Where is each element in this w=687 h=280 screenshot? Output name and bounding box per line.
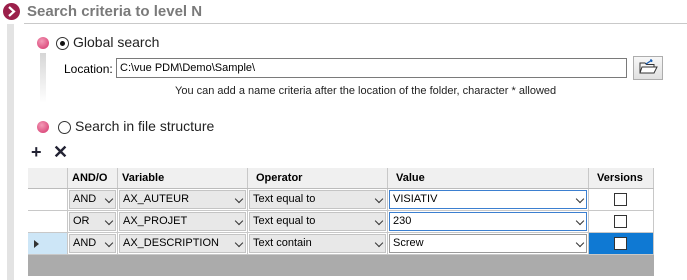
andor-value: OR [73, 215, 90, 227]
operator-cell[interactable]: Text equal to [248, 211, 388, 232]
variable-cell[interactable]: AX_DESCRIPTION [118, 233, 248, 254]
operator-value: Text contain [253, 237, 312, 249]
chevron-down-icon [234, 194, 244, 204]
value-combo[interactable]: Screw [389, 234, 587, 253]
andor-combo[interactable]: OR [69, 212, 116, 231]
row-header-corner [28, 168, 68, 188]
variable-value: AX_DESCRIPTION [123, 237, 219, 249]
versions-cell[interactable] [589, 233, 654, 254]
variable-cell[interactable]: AX_AUTEUR [118, 189, 248, 210]
andor-value: AND [73, 237, 97, 249]
versions-column-header: Versions [589, 168, 654, 188]
table-row[interactable]: AND AX_DESCRIPTION Text contain Screw [28, 233, 654, 255]
add-row-button[interactable]: + [31, 143, 42, 161]
operator-column-header: Operator [248, 168, 388, 188]
file-structure-label: Search in file structure [75, 118, 215, 134]
operator-value: Text equal to [253, 215, 316, 227]
current-row-icon [34, 240, 39, 248]
value-combo[interactable]: 230 [389, 212, 587, 231]
left-margin-bar [7, 24, 14, 280]
section-title: Search criteria to level N [27, 3, 203, 20]
chevron-down-icon [234, 216, 244, 226]
operator-combo[interactable]: Text equal to [249, 190, 386, 209]
row-header[interactable] [28, 233, 68, 254]
chevron-down-icon [104, 238, 114, 248]
section-header: Search criteria to level N [0, 0, 687, 24]
andor-combo[interactable]: AND [69, 190, 116, 209]
grid-header-row: AND/O Variable Operator Value Versions [28, 168, 654, 189]
value-text: 230 [393, 215, 412, 227]
variable-value: AX_PROJET [123, 215, 188, 227]
criteria-grid: AND/O Variable Operator Value Versions A… [28, 168, 654, 276]
variable-column-header: Variable [118, 168, 248, 188]
global-search-label: Global search [73, 34, 160, 50]
variable-combo[interactable]: AX_PROJET [119, 212, 246, 231]
table-row[interactable]: AND AX_AUTEUR Text equal to VISIATIV [28, 189, 654, 211]
andor-value: AND [73, 193, 97, 205]
bullet-icon [37, 121, 49, 133]
collapse-chevron-icon[interactable] [3, 3, 20, 20]
chevron-down-icon [575, 194, 585, 204]
row-header[interactable] [28, 189, 68, 210]
value-cell[interactable]: Screw [388, 233, 589, 254]
connector-line [40, 53, 46, 103]
location-label: Location: [64, 62, 113, 76]
folder-icon [639, 59, 658, 74]
operator-combo[interactable]: Text contain [249, 234, 386, 253]
chevron-down-icon [374, 238, 384, 248]
chevron-down-icon [104, 216, 114, 226]
andor-cell[interactable]: AND [68, 189, 118, 210]
versions-checkbox[interactable] [614, 215, 627, 228]
row-header[interactable] [28, 211, 68, 232]
bullet-icon [37, 37, 49, 49]
chevron-down-icon [104, 194, 114, 204]
versions-checkbox[interactable] [614, 237, 627, 250]
andor-cell[interactable]: OR [68, 211, 118, 232]
location-hint: You can add a name criteria after the lo… [175, 85, 557, 97]
value-text: VISIATIV [393, 193, 438, 205]
versions-cell[interactable] [589, 211, 654, 232]
variable-combo[interactable]: AX_DESCRIPTION [119, 234, 246, 253]
chevron-down-icon [575, 216, 585, 226]
operator-cell[interactable]: Text equal to [248, 189, 388, 210]
andor-combo[interactable]: AND [69, 234, 116, 253]
browse-folder-button[interactable] [633, 56, 663, 80]
chevron-down-icon [234, 238, 244, 248]
location-input[interactable]: C:\vue PDM\Demo\Sample\ [116, 58, 627, 78]
andor-cell[interactable]: AND [68, 233, 118, 254]
value-cell[interactable]: VISIATIV [388, 189, 589, 210]
header-divider [24, 23, 687, 24]
value-cell[interactable]: 230 [388, 211, 589, 232]
chevron-down-icon [575, 238, 585, 248]
table-row[interactable]: OR AX_PROJET Text equal to 230 [28, 211, 654, 233]
value-combo[interactable]: VISIATIV [389, 190, 587, 209]
remove-row-button[interactable]: ✕ [53, 143, 68, 161]
global-search-radio[interactable] [56, 37, 69, 50]
variable-value: AX_AUTEUR [123, 193, 190, 205]
value-text: Screw [393, 237, 424, 249]
versions-checkbox[interactable] [614, 193, 627, 206]
chevron-down-icon [374, 194, 384, 204]
variable-combo[interactable]: AX_AUTEUR [119, 190, 246, 209]
value-column-header: Value [388, 168, 589, 188]
operator-combo[interactable]: Text equal to [249, 212, 386, 231]
file-structure-radio[interactable] [58, 121, 71, 134]
variable-cell[interactable]: AX_PROJET [118, 211, 248, 232]
andor-column-header: AND/O [68, 168, 118, 188]
chevron-down-icon [374, 216, 384, 226]
operator-cell[interactable]: Text contain [248, 233, 388, 254]
versions-cell[interactable] [589, 189, 654, 210]
operator-value: Text equal to [253, 193, 316, 205]
